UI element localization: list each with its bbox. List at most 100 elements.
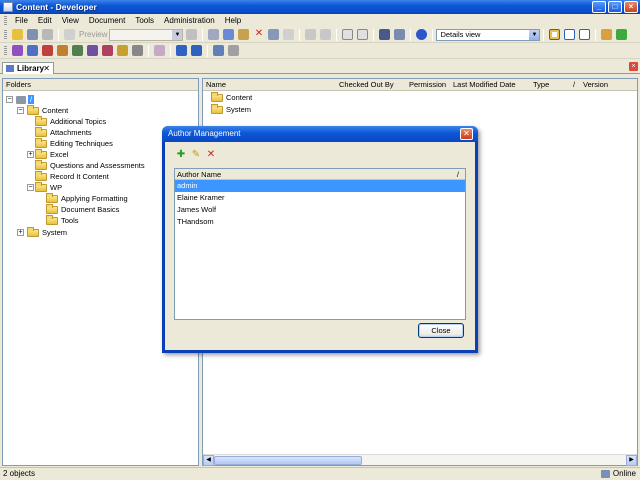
column-last-modified[interactable]: Last Modified Date [453, 79, 516, 91]
publish-icon[interactable] [601, 29, 613, 40]
check-in-icon[interactable] [191, 45, 202, 56]
tree-label: Attachments [50, 128, 92, 137]
collapse-icon[interactable] [357, 29, 369, 40]
scroll-right-icon[interactable]: ▶ [626, 455, 637, 466]
collapse-icon[interactable]: − [27, 184, 34, 191]
column-type[interactable]: Type [533, 79, 549, 91]
save-all-icon[interactable] [42, 29, 53, 40]
rename-icon[interactable] [268, 29, 280, 40]
author-row[interactable]: Elaine Kramer [175, 192, 465, 204]
binoculars-icon[interactable] [379, 29, 391, 40]
list-item-label: System [226, 105, 252, 114]
new-package-icon[interactable] [57, 45, 68, 56]
column-version[interactable]: Version [583, 79, 608, 91]
tree-node-applying-formatting[interactable]: Applying Formatting [46, 192, 128, 204]
cut-icon[interactable] [208, 29, 220, 40]
expand-icon[interactable] [342, 29, 354, 40]
tab-library[interactable]: Library ✕ [2, 62, 54, 74]
collapse-icon[interactable]: − [17, 107, 24, 114]
layout-vertical-icon[interactable] [579, 29, 591, 40]
tree-node-tools[interactable]: Tools [46, 214, 79, 226]
folder-icon [35, 115, 47, 126]
author-row[interactable]: admin [175, 180, 465, 192]
close-button[interactable]: Close [418, 323, 464, 338]
add-icon[interactable]: ✚ [176, 150, 186, 160]
author-row[interactable]: James Wolf [175, 204, 465, 216]
tree-node-root[interactable]: − / [6, 94, 35, 105]
horizontal-scrollbar[interactable]: ◀ ▶ [203, 454, 637, 466]
new-topic-icon[interactable] [42, 45, 53, 56]
properties-icon[interactable] [186, 29, 198, 40]
tree-node-excel[interactable]: + Excel [27, 148, 68, 160]
tree-node-record-it-content[interactable]: Record It Content [35, 170, 109, 182]
find-icon[interactable] [283, 29, 295, 40]
paste-icon[interactable] [238, 29, 250, 40]
column-checked-out-by[interactable]: Checked Out By [339, 79, 394, 91]
folder-icon [35, 170, 47, 181]
minimize-button[interactable]: _ [592, 1, 606, 13]
preview-icon[interactable] [64, 29, 75, 40]
tree-node-content[interactable]: − Content [17, 104, 68, 116]
list-item[interactable]: Content [211, 91, 252, 102]
spell-check-icon[interactable] [394, 29, 406, 40]
new-glossary-icon[interactable] [72, 45, 83, 56]
tree-label: Applying Formatting [61, 194, 128, 203]
scrollbar-thumb[interactable] [214, 456, 362, 465]
tab-close-icon[interactable]: ✕ [43, 63, 50, 74]
expand-icon[interactable]: + [27, 151, 34, 158]
menu-tools[interactable]: Tools [130, 16, 159, 25]
collapse-icon[interactable]: − [6, 96, 13, 103]
redo-icon[interactable] [320, 29, 332, 40]
history-icon[interactable] [228, 45, 239, 56]
menu-view[interactable]: View [57, 16, 84, 25]
layout-horizontal-icon[interactable] [564, 29, 576, 40]
maximize-button[interactable]: □ [608, 1, 622, 13]
new-web-page-icon[interactable] [102, 45, 113, 56]
layout-single-icon[interactable] [549, 29, 561, 40]
dialog-close-icon[interactable]: ✕ [460, 128, 473, 140]
open-folder-icon[interactable] [12, 29, 23, 40]
author-name-column[interactable]: Author Name / [175, 169, 465, 180]
menu-help[interactable]: Help [220, 16, 246, 25]
scroll-left-icon[interactable]: ◀ [203, 455, 214, 466]
new-module-icon[interactable] [12, 45, 23, 56]
import-icon[interactable] [132, 45, 143, 56]
new-section-icon[interactable] [27, 45, 38, 56]
panel-close-icon[interactable]: × [629, 62, 638, 71]
delete-icon[interactable]: ✕ [253, 29, 264, 40]
check-out-icon[interactable] [176, 45, 187, 56]
list-item[interactable]: System [211, 103, 252, 114]
tree-node-additional-topics[interactable]: Additional Topics [35, 115, 107, 127]
copy-icon[interactable] [223, 29, 235, 40]
save-icon[interactable] [27, 29, 38, 40]
tree-node-wp[interactable]: − WP [27, 181, 62, 193]
menu-file[interactable]: File [10, 16, 33, 25]
help-icon[interactable] [416, 29, 428, 40]
menu-administration[interactable]: Administration [159, 16, 220, 25]
delete-icon[interactable]: ✕ [206, 150, 216, 160]
tree-node-system[interactable]: + System [17, 226, 68, 238]
view-mode-select[interactable]: Details view ▼ [436, 28, 541, 41]
edit-icon[interactable]: ✎ [191, 150, 201, 160]
menu-edit[interactable]: Edit [33, 16, 57, 25]
close-window-button[interactable]: × [624, 1, 638, 13]
new-role-icon[interactable] [87, 45, 98, 56]
tree-label: Additional Topics [50, 117, 107, 126]
undo-icon[interactable] [305, 29, 317, 40]
preview-button[interactable]: Preview [77, 30, 109, 39]
author-row[interactable]: THandsom [175, 216, 465, 228]
tree-node-document-basics[interactable]: Document Basics [46, 203, 119, 215]
expand-icon[interactable]: + [17, 229, 24, 236]
refresh-icon[interactable] [616, 29, 628, 40]
new-assessment-icon[interactable] [117, 45, 128, 56]
tree-label: System [42, 228, 68, 237]
tree-node-editing-techniques[interactable]: Editing Techniques [35, 137, 113, 149]
column-name[interactable]: Name [206, 79, 226, 91]
preview-combo[interactable]: ▼ [109, 28, 184, 41]
tree-node-attachments[interactable]: Attachments [35, 126, 92, 138]
edit-document-icon[interactable] [154, 45, 165, 56]
menu-document[interactable]: Document [84, 16, 130, 25]
tree-node-questions-assessments[interactable]: Questions and Assessments [35, 159, 145, 171]
column-permission[interactable]: Permission [409, 79, 446, 91]
move-icon[interactable] [213, 45, 224, 56]
